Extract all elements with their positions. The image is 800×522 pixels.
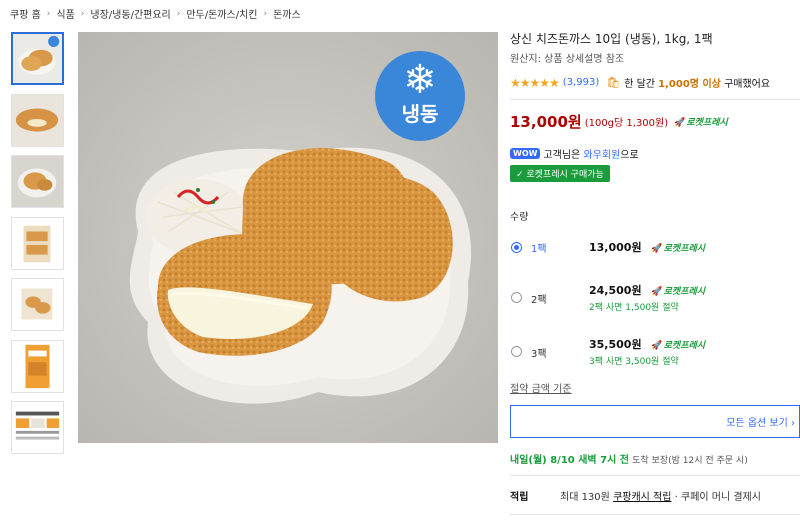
thumbnail-2[interactable] (11, 93, 64, 147)
delivery-info: 내일(월) 8/10 새벽 7시 전 도착 보장(밤 12시 전 주문 시) (510, 451, 748, 466)
thumbnail-3[interactable] (11, 155, 64, 208)
rocket-fresh-badge: 🚀로켓프레시 (651, 244, 706, 254)
divider (510, 99, 800, 100)
delivery-note: (밤 12시 전 주문 시) (668, 456, 748, 466)
chevron-right-icon: › (176, 8, 181, 19)
divider (510, 475, 800, 476)
delivery-date: 내일(월) 8/10 새벽 7시 전 (510, 455, 629, 466)
rocket-icon: 🚀 (651, 341, 663, 351)
snowflake-icon: ❄ (403, 57, 437, 103)
rocket-fresh-badge: 🚀로켓프레시 (674, 118, 728, 128)
points-row: 적립 최대 130원 쿠팡캐시 적립 · 쿠페이 머니 결제시 (510, 488, 761, 503)
savings-criteria-link[interactable]: 절약 금액 기준 (510, 380, 572, 395)
radio-button[interactable] (511, 346, 522, 357)
frozen-label: 냉동 (401, 102, 439, 126)
pack-label: 3팩 (531, 349, 547, 360)
box-image-icon (12, 340, 63, 392)
shopping-bag-icon: 🛍 (606, 76, 621, 89)
quantity-option-2[interactable]: 2팩 24,500원 🚀로켓프레시 2팩 사면 1,500원 절약 (510, 280, 800, 334)
option-savings: 3팩 사면 3,500원 절약 (589, 357, 679, 367)
cutlet-image-icon (12, 94, 63, 146)
product-info: 상신 치즈돈까스 10입 (냉동), 1kg, 1팩 원산지: 상품 상세설명 … (510, 30, 800, 388)
cutlet-image-icon (12, 156, 63, 207)
rocket-fresh-badge: 🚀로켓프레시 (651, 341, 706, 351)
rocket-fresh-available-badge: ✓ 로켓프레시 구매가능 (510, 165, 610, 182)
quantity-label: 수량 (510, 212, 529, 223)
product-title: 상신 치즈돈까스 10입 (냉동), 1kg, 1팩 (510, 32, 713, 46)
option-price: 35,500원 🚀로켓프레시 (589, 338, 706, 351)
breadcrumb-cutlet[interactable]: 돈까스 (273, 6, 301, 21)
thumbnail-4[interactable] (11, 216, 64, 270)
wow-member-link[interactable]: 와우회원 (583, 146, 620, 161)
package-image-icon (12, 217, 63, 269)
product-origin: 원산지: 상품 상세설명 참조 (510, 54, 625, 65)
thumbnail-6[interactable] (11, 339, 64, 393)
rating-row: ★★★★★ (3,993) 🛍 한 달간 1,000명 이상 구매했어요 (510, 75, 800, 91)
rocket-fresh-badge: 🚀로켓프레시 (651, 287, 706, 297)
breadcrumb-home[interactable]: 쿠팡 홈 (10, 6, 41, 21)
delivery-guarantee: 도착 보장 (632, 456, 669, 466)
chevron-right-icon: › (263, 8, 268, 19)
breadcrumb-frozen[interactable]: 냉장/냉동/간편요리 (90, 6, 170, 21)
star-rating-icon[interactable]: ★★★★★ (510, 76, 560, 90)
option-savings: 2팩 사면 1,500원 절약 (589, 303, 679, 313)
breadcrumb-food[interactable]: 식품 (56, 6, 74, 21)
option-price: 24,500원 🚀로켓프레시 (589, 284, 706, 297)
chevron-right-icon: › (80, 8, 85, 19)
package-image-icon (12, 279, 63, 330)
radio-button[interactable] (511, 292, 522, 303)
all-options-button[interactable]: 모든 옵션 보기 › (510, 405, 800, 438)
rocket-icon: 🚀 (651, 287, 663, 297)
points-label: 적립 (510, 492, 529, 503)
purchase-count-text: 한 달간 1,000명 이상 구매했어요 (624, 79, 771, 90)
thumbnail-7[interactable] (11, 401, 64, 454)
cutlet-image-icon (13, 34, 62, 83)
unit-price: (100g당 1,300원) (584, 118, 669, 129)
rocket-icon: 🚀 (674, 118, 686, 128)
chevron-right-icon: › (46, 8, 51, 19)
points-text: 최대 130원 쿠팡캐시 적립 · 쿠페이 머니 결제시 (560, 492, 761, 503)
option-price: 13,000원 🚀로켓프레시 (589, 241, 706, 254)
breadcrumb-dumpling[interactable]: 만두/돈까스/치킨 (186, 6, 257, 21)
product-main-image[interactable]: ❄ 냉동 (78, 32, 498, 443)
coupang-cash-link[interactable]: 쿠팡캐시 적립 (613, 492, 671, 503)
frozen-badge: ❄ 냉동 (375, 51, 465, 141)
thumbnail-1[interactable] (11, 32, 64, 85)
review-count-link[interactable]: (3,993) (563, 77, 599, 88)
breadcrumb: 쿠팡 홈 › 식품 › 냉장/냉동/간편요리 › 만두/돈까스/치킨 › 돈까스 (10, 6, 301, 22)
divider (510, 514, 800, 515)
product-price: 13,000원 (510, 113, 582, 131)
thumbnail-5[interactable] (11, 278, 64, 331)
wow-badge: WOW (510, 148, 541, 159)
pack-label: 1팩 (531, 244, 547, 255)
pack-label: 2팩 (531, 295, 547, 306)
thumbnail-list (11, 32, 66, 463)
wow-member-row: WOW 고객님은 와우회원 으로 (510, 146, 800, 161)
info-sheet-icon (12, 402, 63, 453)
radio-button[interactable] (511, 242, 522, 253)
rocket-icon: 🚀 (651, 244, 663, 254)
price-row: 13,000원 (100g당 1,300원) 🚀로켓프레시 (510, 111, 800, 132)
